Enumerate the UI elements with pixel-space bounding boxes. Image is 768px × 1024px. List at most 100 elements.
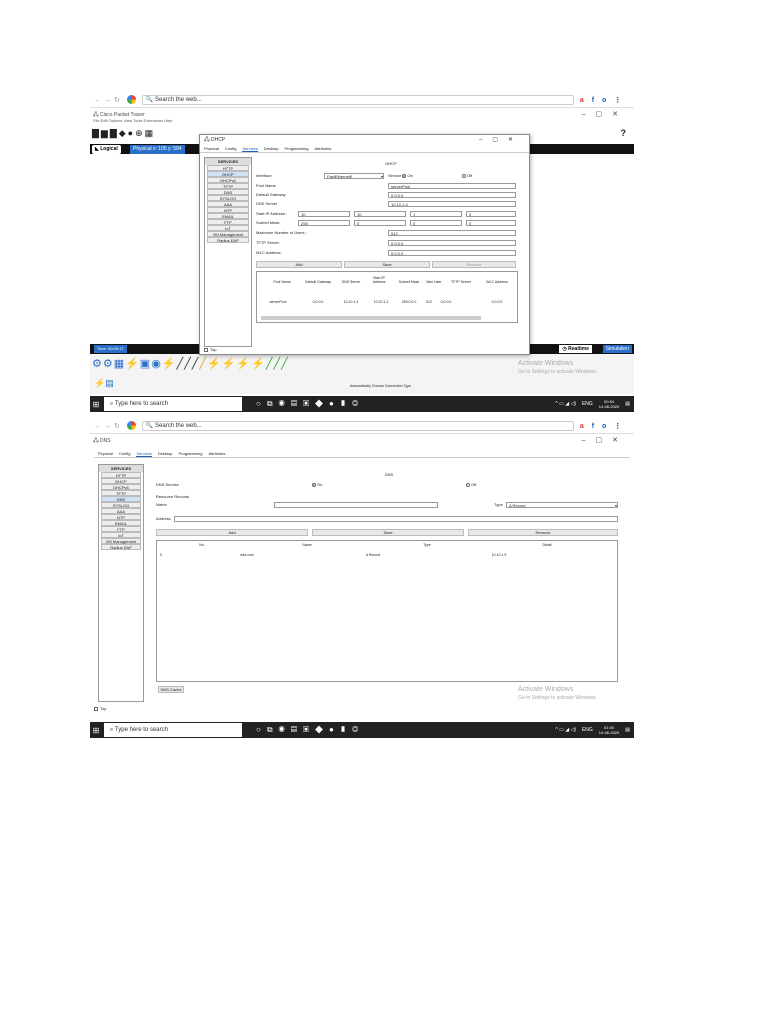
table-cell: 10.10.1.2 [373, 300, 389, 304]
search-input[interactable]: 🔍 Search the web... [141, 94, 574, 105]
tab-programming[interactable]: Programming [179, 450, 203, 457]
service-off: Off [462, 173, 472, 179]
taskbar-app-icons[interactable]: ○⧉◉▤▣◆●▮◎ [256, 725, 364, 735]
tab-physical[interactable]: Physical [98, 450, 113, 457]
mask-octet-3[interactable]: 0 [410, 220, 462, 226]
dns-server-label: DNS Server [256, 201, 278, 206]
dns-off-radio[interactable] [466, 482, 470, 487]
add-button[interactable]: Add [156, 529, 308, 536]
services-head: SERVICES [205, 158, 251, 165]
connection-icons[interactable]: ⚡▤ [94, 378, 114, 389]
tab-services[interactable]: Services [136, 450, 152, 457]
type-select[interactable]: A Record ▾ [506, 502, 618, 508]
opera-icon[interactable]: o [602, 97, 609, 104]
extension-icons[interactable]: a f o ⋮ [580, 422, 624, 430]
service-vm-management[interactable]: VM Management [207, 231, 249, 237]
help-icon[interactable]: ? [621, 128, 629, 138]
chrome-icon[interactable] [126, 421, 136, 430]
simulation-button[interactable]: Simulation [602, 345, 632, 353]
tray-language[interactable]: ENG [582, 401, 593, 407]
name-input[interactable] [274, 502, 438, 508]
col-max-user: Max User [426, 280, 442, 284]
notification-icon[interactable]: ▤ [625, 727, 630, 733]
mask-octet-1[interactable]: 255 [298, 220, 350, 226]
physical-tab[interactable]: Physical x: 105 y: 584 [130, 145, 185, 154]
nav-arrows-icon[interactable]: ←→↻ [94, 96, 123, 104]
address-input[interactable] [174, 516, 618, 522]
dns-service-off: Off [466, 482, 476, 488]
search-input[interactable]: 🔍 Search the web... [141, 420, 574, 431]
tab-config[interactable]: Config [225, 145, 237, 152]
clock[interactable]: 01:00 14-06-2020 [599, 725, 619, 735]
add-button[interactable]: Add [256, 261, 342, 268]
interface-select[interactable]: FastEthernet0 ▾ [324, 173, 384, 179]
windows-start-icon[interactable]: ⊞ [90, 722, 102, 738]
dialog-controls[interactable]: –▢✕ [479, 135, 523, 145]
table-scrollbar[interactable] [261, 316, 481, 320]
records-table: No. Name Type Detail 0 rtad.com A Record… [156, 540, 618, 682]
windows-start-icon[interactable]: ⊞ [90, 396, 102, 412]
facebook-icon[interactable]: f [592, 97, 597, 104]
taskbar-search[interactable]: ⌕ Type here to search [104, 397, 242, 411]
service-vm-management[interactable]: VM Management [101, 538, 141, 544]
tab-desktop[interactable]: Desktop [264, 145, 279, 152]
service-label-text: Service [388, 173, 402, 178]
menu-bar[interactable]: File Edit Options View Tools Extensions … [90, 118, 634, 125]
tftp-field[interactable]: 0.0.0.0 [388, 240, 516, 246]
screenshot-dhcp: ←→↻ 🔍 Search the web... a f o ⋮ 🖧 Cisco … [90, 92, 634, 412]
tab-desktop[interactable]: Desktop [158, 450, 173, 457]
service-radius-eap[interactable]: Radius EAP [101, 544, 141, 550]
remove-button[interactable]: Remove [468, 529, 618, 536]
dns-service-on: On [312, 482, 322, 488]
dns-on-radio[interactable] [312, 482, 316, 487]
tray-icons[interactable]: ^ ▭ ◢ ◁) [555, 401, 576, 407]
taskbar-search[interactable]: ⌕ Type here to search [104, 723, 242, 737]
window-controls[interactable]: –▢✕ [582, 435, 628, 447]
gateway-field[interactable]: 0.0.0.0 [388, 192, 516, 198]
tray-icons[interactable]: ^ ▭ ◢ ◁) [555, 727, 576, 733]
nav-arrows-icon[interactable]: ←→↻ [94, 422, 123, 430]
amazon-icon[interactable]: a [580, 423, 587, 430]
tab-programming[interactable]: Programming [285, 145, 309, 152]
service-off-radio[interactable] [462, 173, 466, 178]
top-checkbox[interactable]: Top [204, 347, 216, 353]
tab-attributes[interactable]: Attributes [209, 450, 226, 457]
notification-icon[interactable]: ▤ [625, 401, 630, 407]
save-button[interactable]: Save [312, 529, 464, 536]
pool-name-field[interactable]: serverPool [388, 183, 516, 189]
dns-server-field[interactable]: 10.10.1.4 [388, 201, 516, 207]
max-users-field[interactable]: 512 [388, 230, 516, 236]
tab-config[interactable]: Config [119, 450, 131, 457]
facebook-icon[interactable]: f [592, 423, 597, 430]
save-button[interactable]: Save [344, 261, 430, 268]
dialog-tabs: Physical Config Services Desktop Program… [200, 145, 529, 153]
logical-tab[interactable]: ◣ Logical [92, 145, 121, 154]
service-on-radio[interactable] [402, 173, 407, 178]
device-icons[interactable]: ⚙⚙▦⚡▣◉⚡╱╱╱╱⚡⚡⚡⚡╱╱╱ [92, 357, 289, 370]
tray-language[interactable]: ENG [582, 727, 593, 733]
clock[interactable]: 00:54 14-06-2020 [599, 399, 619, 409]
amazon-icon[interactable]: a [580, 97, 587, 104]
start-ip-octet-3[interactable]: 1 [410, 211, 462, 217]
start-ip-octet-1[interactable]: 10 [298, 211, 350, 217]
chrome-icon[interactable] [126, 95, 136, 104]
mask-octet-4[interactable]: 0 [466, 220, 516, 226]
realtime-button[interactable]: ◷ Realtime [559, 345, 592, 353]
dns-cache-button[interactable]: DNS Cache [158, 686, 184, 693]
tab-services[interactable]: Services [242, 145, 258, 152]
tab-attributes[interactable]: Attributes [315, 145, 332, 152]
tab-physical[interactable]: Physical [204, 145, 219, 152]
extension-icons[interactable]: a f o ⋮ [580, 96, 624, 104]
service-radius-eap[interactable]: Radius EAP [207, 237, 249, 243]
windows-taskbar: ⊞ ⌕ Type here to search ○⧉◉▤▣◆●▮◎ ^ ▭ ◢ … [90, 722, 634, 738]
top-checkbox[interactable]: Top [94, 706, 106, 712]
wlc-field[interactable]: 0.0.0.0 [388, 250, 516, 256]
gateway-label: Default Gateway [256, 192, 286, 197]
remove-button[interactable]: Remove [432, 261, 516, 268]
start-ip-octet-4[interactable]: 0 [466, 211, 516, 217]
taskbar-app-icons[interactable]: ○⧉◉▤▣◆●▮◎ [256, 399, 364, 409]
on-label: On [407, 173, 413, 178]
start-ip-octet-2[interactable]: 10 [354, 211, 406, 217]
mask-octet-2[interactable]: 0 [354, 220, 406, 226]
opera-icon[interactable]: o [602, 423, 609, 430]
